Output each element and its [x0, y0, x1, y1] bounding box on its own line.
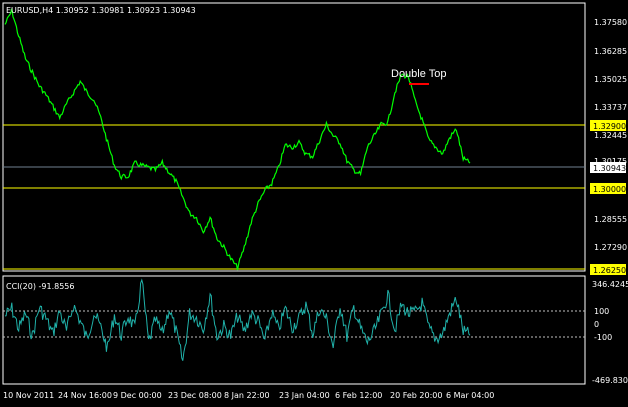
double-top-annotation: Double Top — [391, 68, 446, 80]
time-tick: 6 Mar 04:00 — [446, 391, 494, 400]
cci-tick: 346.4245 — [592, 280, 628, 289]
price-tick: 1.36285 — [594, 47, 627, 56]
cci-tick: 100 — [594, 307, 609, 316]
time-tick: 10 Nov 2011 — [3, 391, 54, 400]
price-pane[interactable] — [2, 2, 586, 272]
time-tick: 9 Dec 00:00 — [113, 391, 162, 400]
time-tick: 20 Feb 20:00 — [390, 391, 442, 400]
price-tick: 1.35025 — [594, 75, 627, 84]
time-axis: 10 Nov 2011 24 Nov 16:00 9 Dec 00:00 23 … — [3, 391, 494, 400]
time-tick: 24 Nov 16:00 — [58, 391, 112, 400]
cci-tick: 0 — [594, 320, 599, 329]
current-price-label: 1.30943 — [593, 164, 626, 173]
cci-tick: -469.8309 — [592, 376, 628, 385]
price-tick: 1.37580 — [594, 18, 627, 27]
time-tick: 6 Feb 12:00 — [335, 391, 382, 400]
cci-tick: -100 — [594, 333, 612, 342]
level-label-text: 1.26250 — [593, 266, 626, 275]
price-tick: 1.33737 — [594, 103, 627, 112]
indicator-title: CCI(20) -91.8556 — [6, 282, 74, 291]
price-tick: 1.27290 — [594, 243, 627, 252]
price-tick: 1.28555 — [594, 215, 627, 224]
cci-axis: 346.4245 100 0 -100 -469.8309 — [592, 280, 628, 385]
time-tick: 23 Dec 08:00 — [168, 391, 222, 400]
level-label-text: 1.30000 — [593, 185, 626, 194]
terminal-chart-window[interactable]: 1.37580 1.36285 1.35025 1.33737 1.32445 … — [0, 0, 628, 407]
time-tick: 23 Jan 04:00 — [279, 391, 330, 400]
level-label-text: 1.32900 — [593, 122, 626, 131]
price-tick: 1.32445 — [594, 131, 627, 140]
symbol-title: EURUSD,H4 1.30952 1.30981 1.30923 1.3094… — [6, 6, 196, 15]
time-tick: 8 Jan 22:00 — [224, 391, 270, 400]
price-axis: 1.37580 1.36285 1.35025 1.33737 1.32445 … — [594, 18, 627, 252]
